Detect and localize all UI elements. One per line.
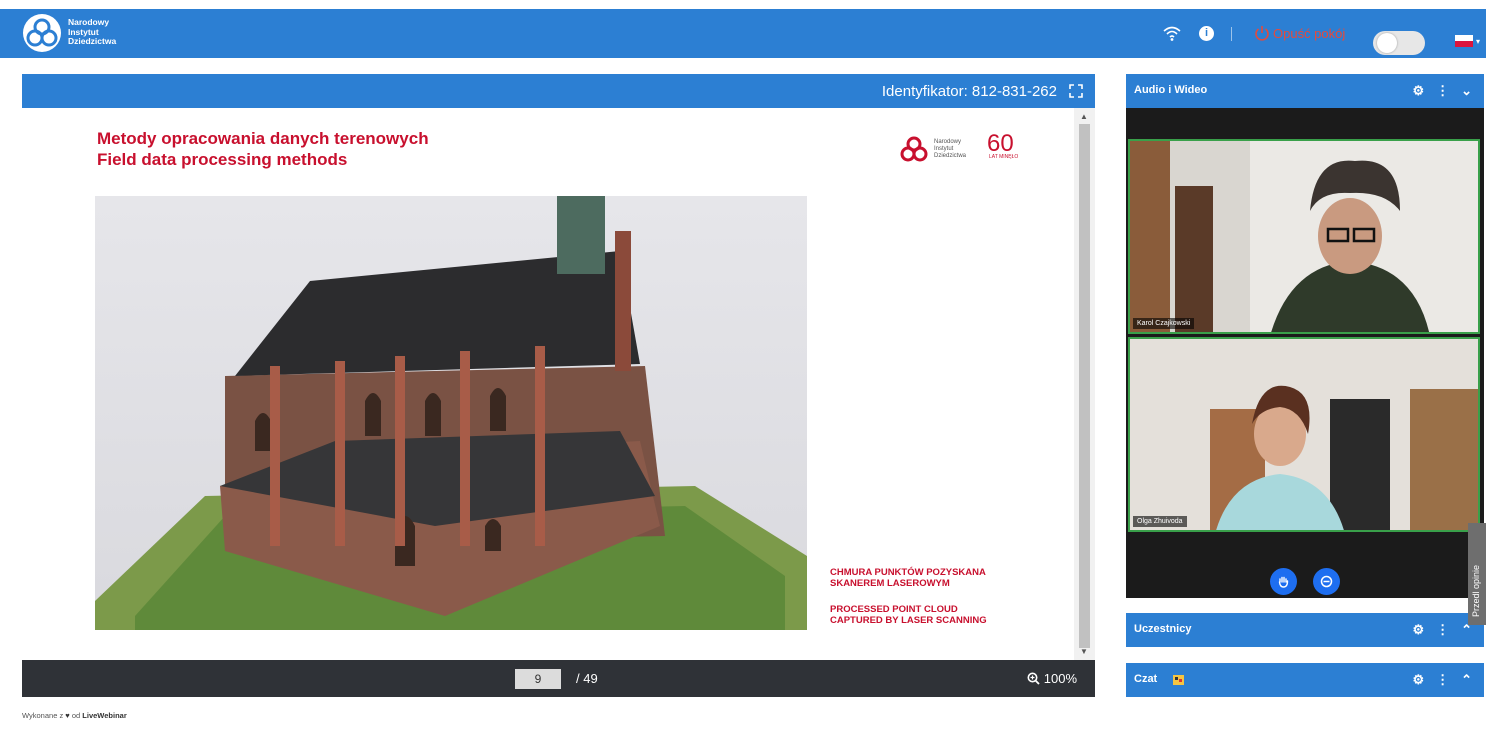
video-area: Karol Czajkowski Olga Zhuivoda (1126, 108, 1484, 598)
slide-title: Metody opracowania danych terenowych Fie… (97, 129, 429, 169)
info-icon[interactable]: i (1199, 26, 1214, 41)
webcam-icon (1320, 575, 1333, 588)
scroll-down-icon[interactable]: ▼ (1080, 647, 1088, 656)
participant-name: Karol Czajkowski (1133, 318, 1195, 329)
feedback-tab[interactable]: Przedl opinie (1468, 523, 1486, 625)
panel-title-participants: Uczestnicy (1134, 623, 1192, 635)
gear-icon[interactable]: ⚙ (1412, 622, 1424, 637)
raise-hand-button[interactable] (1270, 568, 1297, 595)
gear-icon[interactable]: ⚙ (1412, 672, 1424, 687)
chat-panel-header[interactable]: Czat ⚙ ⋮ ⌃ (1126, 663, 1484, 697)
separator (1231, 27, 1232, 41)
heart-icon: ♥ (65, 711, 70, 720)
presentation-slide: Metody opracowania danych terenowych Fie… (22, 108, 1074, 660)
nid-logo-icon (23, 14, 61, 52)
logo-text: Narodowy Instytut Dziedzictwa (68, 17, 117, 46)
video-tile[interactable]: Karol Czajkowski (1128, 139, 1480, 334)
top-bar: Narodowy Instytut Dziedzictwa i Opuść po… (0, 9, 1486, 58)
panel-title-chat: Czat (1134, 673, 1158, 685)
leave-room-button[interactable]: Opuść pokój (1273, 26, 1345, 41)
zoom-icon[interactable] (1027, 672, 1040, 685)
audio-video-panel-header[interactable]: Audio i Wideo ⚙ ⋮ ⌄ (1126, 74, 1484, 108)
caption-english: PROCESSED POINT CLOUD CAPTURED BY LASER … (830, 604, 987, 626)
anniversary-subtitle: LAT MINĘŁO (989, 154, 1019, 160)
panel-controls: ⚙ ⋮ ⌄ (1400, 83, 1472, 99)
video-tile[interactable]: Olga Zhuivoda (1128, 337, 1480, 532)
language-caret-icon[interactable]: ▾ (1476, 37, 1480, 46)
hand-icon (1278, 576, 1289, 588)
zoom-control[interactable]: 100% (1027, 671, 1077, 686)
slide-scrollbar[interactable]: ▲ ▼ (1074, 108, 1095, 660)
participant-name: Olga Zhuivoda (1133, 516, 1187, 527)
polish-flag-icon[interactable] (1455, 35, 1473, 47)
mode-toggle[interactable] (1373, 31, 1425, 55)
slide-logo-text: Narodowy Instytut Dziedzictwa (934, 139, 967, 159)
panel-title-audio-video: Audio i Wideo (1134, 84, 1208, 96)
scrollbar-thumb[interactable] (1079, 124, 1090, 648)
gear-icon[interactable]: ⚙ (1412, 83, 1424, 98)
livewebinar-link[interactable]: LiveWebinar (82, 711, 126, 720)
caption-polish: CHMURA PUNKTÓW POZYSKANA SKANEREM LASERO… (830, 567, 986, 589)
presentation-header: Identyfikator: 812-831-262 (22, 74, 1095, 108)
nid-slide-logo-icon (900, 136, 928, 162)
participant-video-image (1130, 141, 1478, 332)
more-vertical-icon[interactable]: ⋮ (1436, 622, 1449, 637)
scroll-up-icon[interactable]: ▲ (1080, 112, 1088, 121)
participants-panel-header[interactable]: Uczestnicy ⚙ ⋮ ⌃ (1126, 613, 1484, 647)
camera-button[interactable] (1313, 568, 1340, 595)
more-vertical-icon[interactable]: ⋮ (1436, 83, 1449, 98)
feedback-label: Przedl opinie (1471, 564, 1481, 617)
powered-by-footer: Wykonane z ♥ od LiveWebinar (22, 711, 127, 720)
chevron-down-icon[interactable]: ⌄ (1461, 83, 1472, 98)
panel-controls: ⚙ ⋮ ⌃ (1400, 672, 1472, 688)
wifi-icon[interactable] (1163, 26, 1181, 42)
page-number-input[interactable] (515, 669, 561, 689)
church-point-cloud-image (95, 196, 807, 630)
toggle-knob (1377, 33, 1397, 53)
participant-video-image (1130, 339, 1478, 530)
page-total: / 49 (576, 671, 598, 686)
chat-emoji-icon (1173, 675, 1184, 685)
presentation-toolbar: / 49 100% (22, 660, 1095, 697)
power-icon[interactable] (1254, 25, 1270, 41)
zoom-level: 100% (1043, 671, 1077, 686)
room-identifier: Identyfikator: 812-831-262 (881, 83, 1057, 100)
panel-controls: ⚙ ⋮ ⌃ (1400, 622, 1472, 638)
more-vertical-icon[interactable]: ⋮ (1436, 672, 1449, 687)
fullscreen-icon[interactable] (1069, 84, 1083, 98)
chevron-up-icon[interactable]: ⌃ (1461, 672, 1472, 687)
